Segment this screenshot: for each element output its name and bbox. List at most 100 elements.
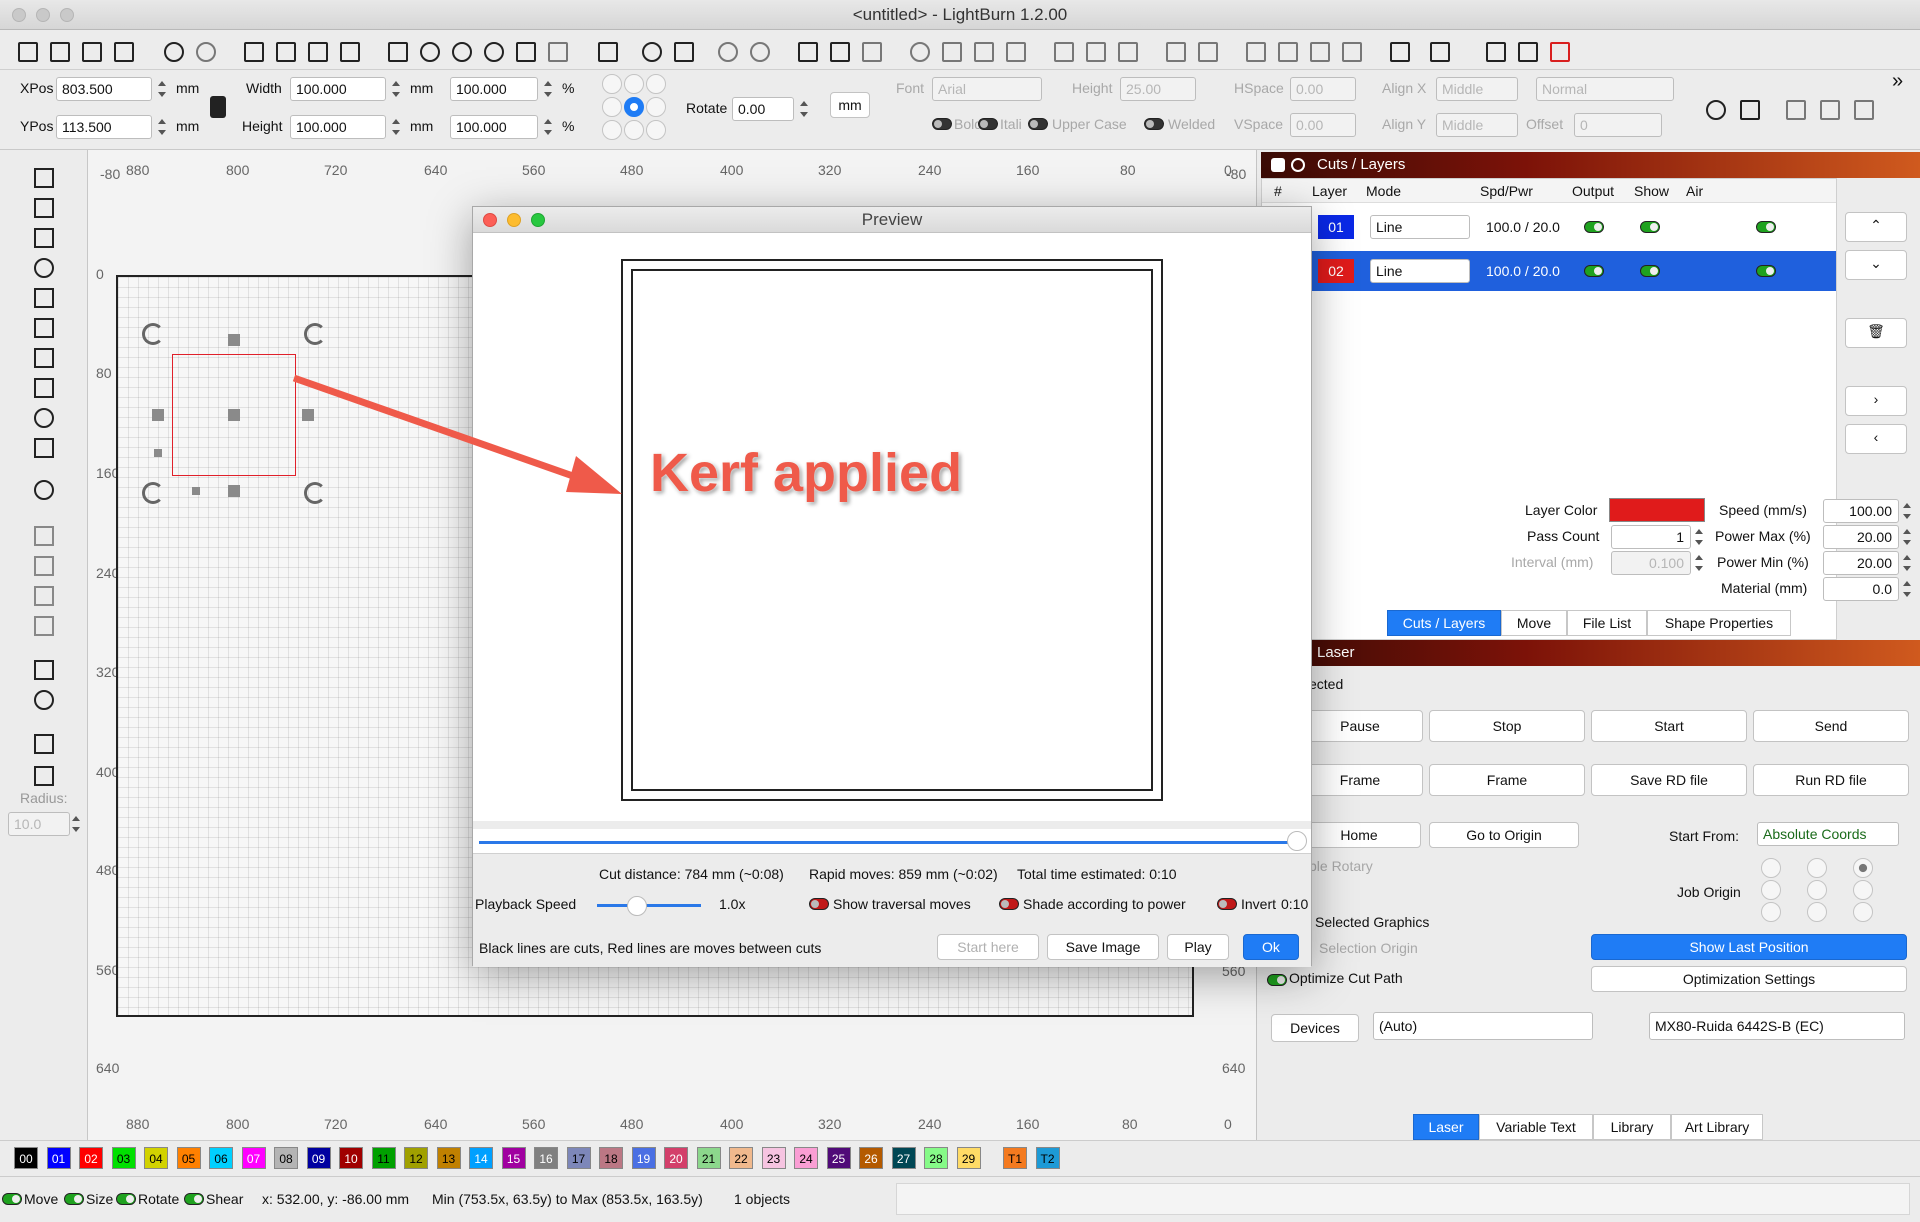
interval-stepper[interactable] — [1693, 551, 1705, 575]
mode-select[interactable]: Line — [1370, 259, 1470, 283]
palette-swatch[interactable]: 09 — [306, 1147, 331, 1169]
power-max-input[interactable]: 20.00 — [1823, 525, 1899, 549]
move-layer-up-button[interactable]: ⌃ — [1845, 212, 1907, 242]
settings-gear-icon[interactable] — [636, 36, 664, 64]
anchor-bl[interactable] — [602, 120, 622, 140]
move-toggle[interactable] — [2, 1193, 22, 1205]
palette-swatch[interactable]: 03 — [111, 1147, 136, 1169]
align-center-icon[interactable] — [968, 36, 996, 64]
position-icon[interactable] — [28, 344, 58, 370]
minimize-dialog-button[interactable] — [507, 213, 521, 227]
offset-input[interactable]: 0 — [1574, 113, 1662, 137]
anchor-ml[interactable] — [602, 97, 622, 117]
radius-input[interactable]: 10.0 — [8, 812, 70, 836]
align-top-icon[interactable] — [1048, 36, 1076, 64]
origin-mr[interactable] — [1853, 880, 1873, 900]
show-last-position-button[interactable]: Show Last Position — [1591, 934, 1907, 960]
tab-file-list[interactable]: File List — [1567, 610, 1647, 636]
weld-icon[interactable] — [28, 612, 58, 638]
air-toggle[interactable] — [1756, 265, 1776, 277]
text-mode-select[interactable]: Normal — [1536, 77, 1674, 101]
progress-bar[interactable] — [479, 841, 1299, 844]
rotate-handle-icon[interactable] — [304, 323, 326, 345]
zoom-icon[interactable] — [414, 36, 442, 64]
rectangle-icon[interactable] — [28, 224, 58, 250]
scale-handle[interactable] — [228, 485, 240, 497]
palette-swatch[interactable]: 04 — [144, 1147, 168, 1169]
pass-count-stepper[interactable] — [1693, 525, 1705, 549]
boolean-subtract-icon[interactable] — [28, 552, 58, 578]
start-button[interactable]: Start — [1591, 710, 1747, 742]
palette-swatch[interactable]: T1 — [1003, 1147, 1027, 1169]
new-file-icon[interactable] — [12, 36, 40, 64]
start-from-select[interactable]: Absolute Coords — [1757, 822, 1899, 846]
scale-handle[interactable] — [152, 409, 164, 421]
origin-br[interactable] — [1853, 902, 1873, 922]
edit-nodes-icon[interactable] — [28, 314, 58, 340]
power-max-stepper[interactable] — [1901, 525, 1913, 549]
font-height-input[interactable]: 25.00 — [1120, 77, 1196, 101]
polygon-icon[interactable] — [28, 284, 58, 310]
port-select[interactable]: (Auto) — [1373, 1012, 1593, 1040]
upper-case-toggle[interactable] — [1028, 118, 1048, 130]
anchor-tl[interactable] — [602, 74, 622, 94]
power-min-input[interactable]: 20.00 — [1823, 551, 1899, 575]
tab-art-library[interactable]: Art Library — [1671, 1114, 1763, 1140]
home-button[interactable]: Home — [1297, 822, 1421, 848]
vspace-input[interactable]: 0.00 — [1290, 113, 1356, 137]
center-h-icon[interactable] — [1304, 36, 1332, 64]
minimize-window-button[interactable] — [36, 8, 50, 22]
skew-handle[interactable] — [154, 449, 162, 457]
space-h-icon[interactable] — [1240, 36, 1268, 64]
width-percent-input[interactable]: 100.000 — [450, 77, 538, 101]
progress-slider-handle[interactable] — [1287, 831, 1307, 851]
show-toggle[interactable] — [1640, 221, 1660, 233]
ypos-stepper[interactable] — [156, 115, 168, 139]
center-v-icon[interactable] — [1336, 36, 1364, 64]
mirror-icon[interactable] — [824, 36, 852, 64]
ok-button[interactable]: Ok — [1243, 934, 1299, 960]
anchor-center-selected[interactable] — [624, 97, 644, 117]
rotate-handle-icon[interactable] — [142, 482, 164, 504]
zoom-selection-icon[interactable] — [510, 36, 538, 64]
air-toggle[interactable] — [1756, 221, 1776, 233]
save-icon[interactable] — [76, 36, 104, 64]
space-v-icon[interactable] — [1272, 36, 1300, 64]
tools-icon[interactable] — [668, 36, 696, 64]
palette-swatch[interactable]: 16 — [534, 1147, 558, 1169]
crosshair-icon[interactable] — [1512, 36, 1540, 64]
close-dialog-button[interactable] — [483, 213, 497, 227]
align-y-select[interactable]: Middle — [1436, 113, 1518, 137]
table-row-selected[interactable]: 02 Line 100.0 / 20.0 — [1262, 251, 1836, 291]
align-icon[interactable] — [1848, 94, 1876, 122]
align-left-icon[interactable] — [936, 36, 964, 64]
material-input[interactable]: 0.0 — [1823, 577, 1899, 601]
copy-icon[interactable] — [238, 36, 266, 64]
center-icon[interactable] — [1814, 94, 1842, 122]
palette-swatch[interactable]: 00 — [14, 1147, 38, 1169]
laser-crosshair-icon[interactable] — [1544, 36, 1572, 64]
tab-shape-properties[interactable]: Shape Properties — [1647, 610, 1791, 636]
overflow-chevron-icon[interactable]: » — [1892, 70, 1903, 93]
offset-icon[interactable] — [28, 476, 58, 502]
playback-slider-handle[interactable] — [627, 896, 647, 916]
undo-icon[interactable] — [158, 36, 186, 64]
skew-handle[interactable] — [192, 487, 200, 495]
palette-swatch[interactable]: 24 — [794, 1147, 818, 1169]
speed-input[interactable]: 100.00 — [1823, 499, 1899, 523]
width-percent-stepper[interactable] — [542, 77, 554, 101]
invert-toggle[interactable] — [1217, 898, 1237, 910]
target-icon[interactable] — [904, 36, 932, 64]
ellipse-icon[interactable] — [28, 254, 58, 280]
palette-swatch[interactable]: 13 — [436, 1147, 461, 1169]
anchor-mr[interactable] — [646, 97, 666, 117]
speed-stepper[interactable] — [1901, 499, 1913, 523]
send-button[interactable]: Send — [1753, 710, 1909, 742]
rotate-toggle[interactable] — [116, 1193, 136, 1205]
play-button[interactable]: Play — [1167, 934, 1229, 960]
close-window-button[interactable] — [12, 8, 26, 22]
close-panel-icon[interactable] — [1271, 158, 1285, 172]
palette-swatch[interactable]: 28 — [924, 1147, 948, 1169]
frame-button[interactable]: Frame — [1297, 764, 1423, 796]
circle-frame-button[interactable]: Frame — [1429, 764, 1585, 796]
